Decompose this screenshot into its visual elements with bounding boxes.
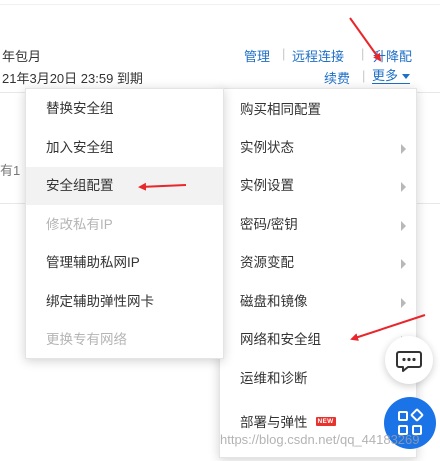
menu-item-security-group-config[interactable]: 安全组配置	[26, 167, 223, 205]
menu-item-label: 资源变配	[240, 255, 294, 270]
menu-item-buy-same-config[interactable]: 购买相同配置	[220, 91, 416, 129]
action-separator: |	[282, 46, 286, 61]
menu-item-label: 部署与弹性	[240, 415, 308, 430]
menu-item-label: 密码/密钥	[240, 217, 298, 232]
more-label: 更多	[372, 68, 399, 83]
renew-link[interactable]: 续费	[324, 68, 350, 87]
chat-bubble-icon	[396, 351, 422, 372]
header-divider	[0, 4, 440, 5]
menu-item-change-vpc: 更换专有网络	[26, 321, 223, 359]
menu-item-label: 运维和诊断	[240, 371, 308, 386]
menu-item-manage-secondary-private-ip[interactable]: 管理辅助私网IP	[26, 244, 223, 282]
chevron-right-icon	[401, 221, 406, 231]
menu-item-label: 绑定辅助弹性网卡	[46, 294, 154, 309]
menu-item-modify-private-ip: 修改私有IP	[26, 206, 223, 244]
menu-item-label: 修改私有IP	[46, 217, 113, 232]
more-dropdown[interactable]: 更多	[372, 68, 411, 84]
expiry-date-text: 21年3月20日 23:59 到期	[2, 71, 143, 86]
chat-button[interactable]	[385, 336, 433, 384]
billing-method-text: 年包月	[2, 49, 42, 64]
menu-item-label: 替换安全组	[46, 101, 114, 116]
manage-link[interactable]: 管理	[244, 46, 270, 65]
chevron-right-icon	[401, 298, 406, 308]
network-security-submenu: 替换安全组 加入安全组 安全组配置 修改私有IP 管理辅助私网IP 绑定辅助弹性…	[25, 88, 224, 359]
menu-item-label: 加入安全组	[46, 140, 114, 155]
new-badge: NEW	[315, 417, 336, 426]
menu-item-label: 购买相同配置	[240, 102, 321, 117]
action-separator: |	[362, 68, 366, 83]
chevron-right-icon	[401, 144, 406, 154]
menu-item-label: 网络和安全组	[240, 332, 321, 347]
row-partial-text: 有1	[0, 163, 21, 178]
menu-item-label: 安全组配置	[46, 178, 114, 193]
menu-item-label: 磁盘和镜像	[240, 294, 308, 309]
menu-item-instance-settings[interactable]: 实例设置	[220, 167, 416, 205]
menu-item-replace-security-group[interactable]: 替换安全组	[26, 90, 223, 128]
menu-item-instance-status[interactable]: 实例状态	[220, 129, 416, 167]
chevron-down-icon	[402, 74, 411, 80]
menu-item-label: 管理辅助私网IP	[46, 255, 140, 270]
upgrade-downgrade-link[interactable]: 升降配	[373, 46, 412, 65]
menu-item-join-security-group[interactable]: 加入安全组	[26, 129, 223, 167]
menu-item-label: 实例设置	[240, 178, 294, 193]
menu-item-password-key[interactable]: 密码/密钥	[220, 206, 416, 244]
remote-connect-link[interactable]: 远程连接	[292, 46, 344, 65]
chevron-right-icon	[401, 182, 406, 192]
menu-item-label: 实例状态	[240, 140, 294, 155]
watermark: https://blog.csdn.net/qq_44183269	[220, 432, 420, 447]
menu-item-resource-change[interactable]: 资源变配	[220, 244, 416, 282]
chevron-right-icon	[401, 259, 406, 269]
menu-item-bind-secondary-eni[interactable]: 绑定辅助弹性网卡	[26, 283, 223, 321]
action-separator: |	[361, 46, 365, 61]
menu-item-disk-image[interactable]: 磁盘和镜像	[220, 283, 416, 321]
menu-item-label: 更换专有网络	[46, 332, 127, 347]
